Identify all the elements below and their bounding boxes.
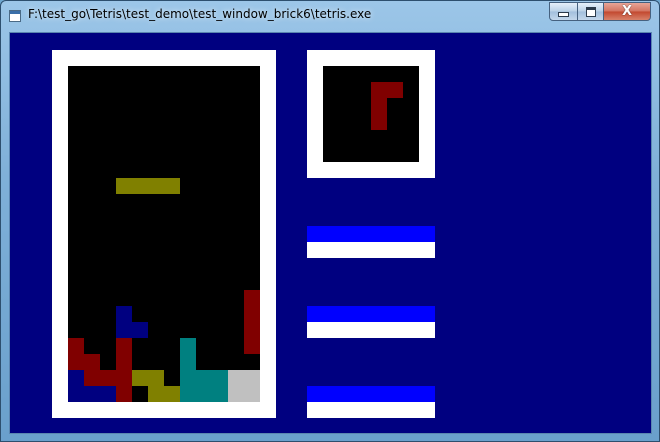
settled-block xyxy=(68,338,84,354)
stat-bar-base xyxy=(307,402,435,418)
title-bar[interactable]: F:\test_go\Tetris\test_demo\test_window_… xyxy=(1,1,659,31)
settled-block xyxy=(244,306,260,322)
close-button[interactable]: X xyxy=(603,2,651,21)
settled-block xyxy=(244,322,260,338)
settled-block xyxy=(84,354,100,370)
minimize-button[interactable] xyxy=(549,2,578,21)
settled-block xyxy=(132,322,148,338)
window-title: F:\test_go\Tetris\test_demo\test_window_… xyxy=(28,7,372,21)
settled-block xyxy=(100,386,116,402)
stat-bar-3 xyxy=(307,386,435,418)
settled-block xyxy=(244,338,260,354)
game-board[interactable] xyxy=(68,66,260,402)
next-piece-block xyxy=(371,82,387,98)
next-piece-block xyxy=(371,114,387,130)
close-icon: X xyxy=(621,4,633,19)
settled-block xyxy=(164,386,180,402)
settled-block xyxy=(212,370,228,386)
board-frame xyxy=(52,50,276,418)
settled-block xyxy=(148,370,164,386)
settled-block xyxy=(180,386,196,402)
next-piece-preview xyxy=(323,66,419,162)
settled-block xyxy=(68,370,84,386)
settled-block xyxy=(116,354,132,370)
settled-block xyxy=(244,290,260,306)
settled-block xyxy=(116,322,132,338)
falling-piece-block xyxy=(148,178,164,194)
settled-block xyxy=(196,370,212,386)
stat-bar-fill xyxy=(307,386,435,402)
settled-block xyxy=(180,354,196,370)
maximize-button[interactable] xyxy=(577,2,604,21)
next-piece-frame xyxy=(307,50,435,178)
next-piece-block xyxy=(387,82,403,98)
stat-bar-fill xyxy=(307,306,435,322)
minimize-icon xyxy=(558,12,569,17)
settled-block xyxy=(116,386,132,402)
settled-block xyxy=(180,370,196,386)
settled-block xyxy=(196,386,212,402)
stat-bar-2 xyxy=(307,306,435,338)
settled-block xyxy=(100,370,116,386)
settled-block xyxy=(68,386,84,402)
settled-block xyxy=(244,370,260,386)
settled-block xyxy=(180,338,196,354)
app-window: F:\test_go\Tetris\test_demo\test_window_… xyxy=(0,0,660,442)
stat-bar-base xyxy=(307,322,435,338)
settled-block xyxy=(116,306,132,322)
settled-block xyxy=(132,370,148,386)
settled-block xyxy=(228,370,244,386)
stat-bar-base xyxy=(307,242,435,258)
stat-bar-1 xyxy=(307,226,435,258)
settled-block xyxy=(84,386,100,402)
falling-piece-block xyxy=(164,178,180,194)
falling-piece-block xyxy=(132,178,148,194)
settled-block xyxy=(116,370,132,386)
app-icon[interactable] xyxy=(9,10,21,22)
next-piece-block xyxy=(371,98,387,114)
settled-block xyxy=(228,386,244,402)
maximize-icon xyxy=(585,6,596,17)
settled-block xyxy=(148,386,164,402)
settled-block xyxy=(212,386,228,402)
falling-piece-block xyxy=(116,178,132,194)
settled-block xyxy=(68,354,84,370)
settled-block xyxy=(84,370,100,386)
game-area[interactable] xyxy=(9,32,652,434)
stat-bar-fill xyxy=(307,226,435,242)
settled-block xyxy=(244,386,260,402)
settled-block xyxy=(116,338,132,354)
